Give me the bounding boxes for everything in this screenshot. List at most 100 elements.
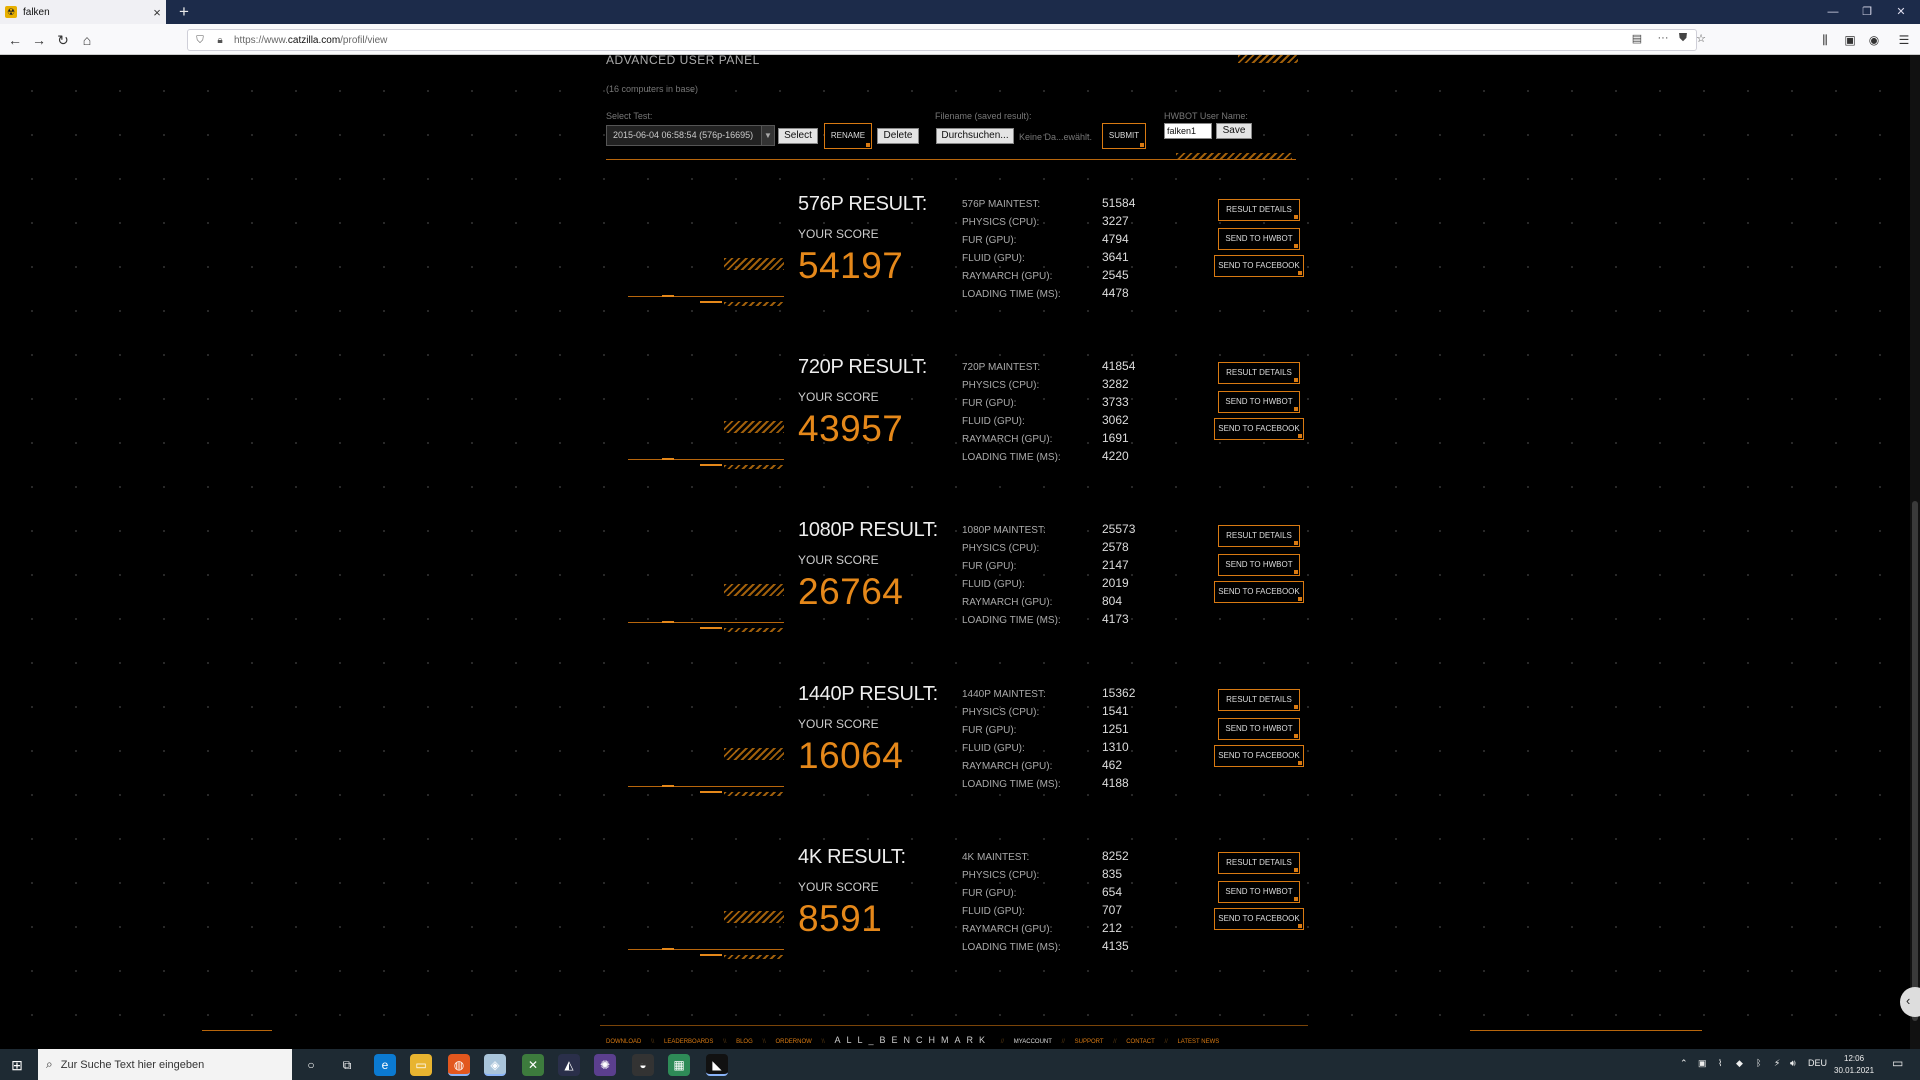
- app-icon[interactable]: ▦: [668, 1054, 690, 1076]
- bookmark-star-icon[interactable]: ☆: [1692, 32, 1710, 48]
- browser-tab[interactable]: ☢ falken ×: [0, 0, 166, 24]
- catzilla-app-icon[interactable]: ◣: [706, 1054, 728, 1076]
- browse-button[interactable]: Durchsuchen...: [936, 128, 1014, 144]
- metric-value: 51584: [1102, 196, 1136, 210]
- deco-hatch: [724, 465, 784, 469]
- footer-link-myaccount[interactable]: MYACCOUNT: [1014, 1039, 1052, 1045]
- select-test-dropdown[interactable]: 2015-06-04 06:58:54 (576p-16695) ▼: [606, 125, 775, 146]
- result-details-button[interactable]: RESULT DETAILS: [1218, 362, 1300, 384]
- metric-value: 4135: [1102, 939, 1129, 953]
- close-window-icon[interactable]: ✕: [1884, 0, 1918, 24]
- send-to-hwbot-button[interactable]: SEND TO HWBOT: [1218, 391, 1300, 413]
- rename-button[interactable]: RENAME: [824, 123, 872, 149]
- tray-app-icon[interactable]: ◆: [1736, 1058, 1743, 1069]
- deco-hatch: [724, 421, 784, 433]
- xbox-icon[interactable]: ✕: [522, 1054, 544, 1076]
- page-scrollbar[interactable]: [1910, 55, 1920, 1049]
- footer-link-ordernow[interactable]: ORDERNOW: [775, 1039, 811, 1045]
- network-icon[interactable]: ⌇: [1718, 1058, 1722, 1069]
- footer-link-leaderboards[interactable]: LEADERBOARDS: [664, 1039, 713, 1045]
- cortana-icon[interactable]: ○: [300, 1054, 322, 1076]
- metric-row: FUR (GPU): 3733: [962, 395, 1162, 413]
- firefox-icon[interactable]: ◍: [448, 1054, 470, 1076]
- send-to-hwbot-button[interactable]: SEND TO HWBOT: [1218, 554, 1300, 576]
- send-to-facebook-button[interactable]: SEND TO FACEBOOK: [1214, 418, 1304, 440]
- scrollbar-thumb[interactable]: [1912, 501, 1918, 1021]
- sidebar-icon[interactable]: ▣: [1839, 30, 1861, 50]
- footer-link-latest-news[interactable]: LATEST NEWS: [1177, 1039, 1219, 1045]
- footer-link-contact[interactable]: CONTACT: [1126, 1039, 1155, 1045]
- send-to-facebook-button[interactable]: SEND TO FACEBOOK: [1214, 908, 1304, 930]
- result-details-button[interactable]: RESULT DETAILS: [1218, 852, 1300, 874]
- result-title: 1440P RESULT:: [798, 683, 938, 705]
- volume-icon[interactable]: 🔊︎: [1790, 1058, 1796, 1069]
- send-to-hwbot-button[interactable]: SEND TO HWBOT: [1218, 881, 1300, 903]
- app-icon[interactable]: ◭: [558, 1054, 580, 1076]
- minimize-icon[interactable]: —: [1816, 0, 1850, 24]
- app-icon[interactable]: ◈: [484, 1054, 506, 1076]
- send-to-facebook-button[interactable]: SEND TO FACEBOOK: [1214, 745, 1304, 767]
- send-to-facebook-button[interactable]: SEND TO FACEBOOK: [1214, 581, 1304, 603]
- save-button[interactable]: Save: [1216, 123, 1252, 139]
- power-icon[interactable]: ⚡︎: [1774, 1058, 1780, 1069]
- windows-start-icon[interactable]: ⊞: [8, 1056, 26, 1074]
- metric-label: RAYMARCH (GPU):: [962, 597, 1053, 608]
- footer-link-blog[interactable]: BLOG: [736, 1039, 753, 1045]
- select-button[interactable]: Select: [778, 128, 818, 144]
- footer-separator: \\: [723, 1039, 727, 1045]
- submit-button[interactable]: SUBMIT: [1102, 123, 1146, 149]
- address-bar[interactable]: ⛉ 🔒︎ https://www.catzilla.com/profil/vie…: [187, 29, 1706, 51]
- menu-icon[interactable]: ☰: [1893, 30, 1915, 50]
- send-to-hwbot-button[interactable]: SEND TO HWBOT: [1218, 228, 1300, 250]
- back-icon[interactable]: ←: [4, 30, 26, 50]
- result-details-button[interactable]: RESULT DETAILS: [1218, 525, 1300, 547]
- deco-line: [628, 622, 784, 623]
- deco-hatch: [724, 955, 784, 959]
- result-details-button[interactable]: RESULT DETAILS: [1218, 689, 1300, 711]
- send-to-facebook-button[interactable]: SEND TO FACEBOOK: [1214, 255, 1304, 277]
- deco-dash: [662, 948, 674, 950]
- account-icon[interactable]: ◉: [1863, 30, 1885, 50]
- reader-view-icon[interactable]: ▤: [1628, 32, 1646, 48]
- delete-button[interactable]: Delete: [877, 128, 919, 144]
- bluetooth-icon[interactable]: ᛒ: [1756, 1058, 1761, 1068]
- taskbar-search[interactable]: ⌕ Zur Suche Text hier eingeben: [38, 1049, 292, 1080]
- home-icon[interactable]: ⌂: [76, 30, 98, 50]
- metric-value: 1310: [1102, 740, 1129, 754]
- app-icon[interactable]: ✺: [594, 1054, 616, 1076]
- tray-expand-icon[interactable]: ⌃: [1680, 1058, 1688, 1069]
- edge-icon[interactable]: e: [374, 1054, 396, 1076]
- new-tab-button[interactable]: +: [174, 2, 194, 22]
- sidebar-toggle-button[interactable]: ‹: [1900, 987, 1920, 1017]
- reload-icon[interactable]: ↻: [52, 30, 74, 50]
- footer-link-support[interactable]: SUPPORT: [1075, 1039, 1104, 1045]
- language-indicator[interactable]: DEU: [1808, 1058, 1827, 1068]
- deco-line: [1470, 1030, 1702, 1031]
- result-score: 16064: [798, 735, 904, 776]
- hwbot-username-input[interactable]: falken1: [1164, 123, 1212, 139]
- task-view-icon[interactable]: ⧉: [336, 1054, 358, 1076]
- send-to-hwbot-button[interactable]: SEND TO HWBOT: [1218, 718, 1300, 740]
- chevron-left-icon: ‹: [1906, 993, 1911, 1008]
- result-details-button[interactable]: RESULT DETAILS: [1218, 199, 1300, 221]
- footer-separator: \\: [821, 1039, 825, 1045]
- pocket-icon[interactable]: ⛊: [1674, 32, 1692, 48]
- metric-row: 576P MAINTEST: 51584: [962, 196, 1162, 214]
- footer-separator: \\: [651, 1039, 655, 1045]
- page-actions-icon[interactable]: ···: [1654, 32, 1672, 48]
- filename-label: Filename (saved result):: [935, 111, 1032, 121]
- restore-icon[interactable]: ❐: [1850, 0, 1884, 24]
- notifications-icon[interactable]: ▭: [1892, 1056, 1903, 1070]
- file-explorer-icon[interactable]: ▭: [410, 1054, 432, 1076]
- lock-icon[interactable]: 🔒︎: [212, 35, 228, 46]
- tray-app-icon[interactable]: ▣: [1698, 1058, 1707, 1069]
- library-icon[interactable]: ⫼: [1814, 30, 1836, 50]
- tab-close-icon[interactable]: ×: [148, 5, 166, 20]
- app-icon[interactable]: ◒: [632, 1054, 654, 1076]
- forward-icon[interactable]: →: [28, 30, 50, 50]
- shield-icon[interactable]: ⛉: [192, 35, 208, 46]
- chevron-down-icon[interactable]: ▼: [761, 125, 775, 146]
- footer-link-download[interactable]: DOWNLOAD: [606, 1039, 641, 1045]
- taskbar-clock[interactable]: 12:06 30.01.2021: [1834, 1053, 1874, 1077]
- metric-row: PHYSICS (CPU): 1541: [962, 704, 1162, 722]
